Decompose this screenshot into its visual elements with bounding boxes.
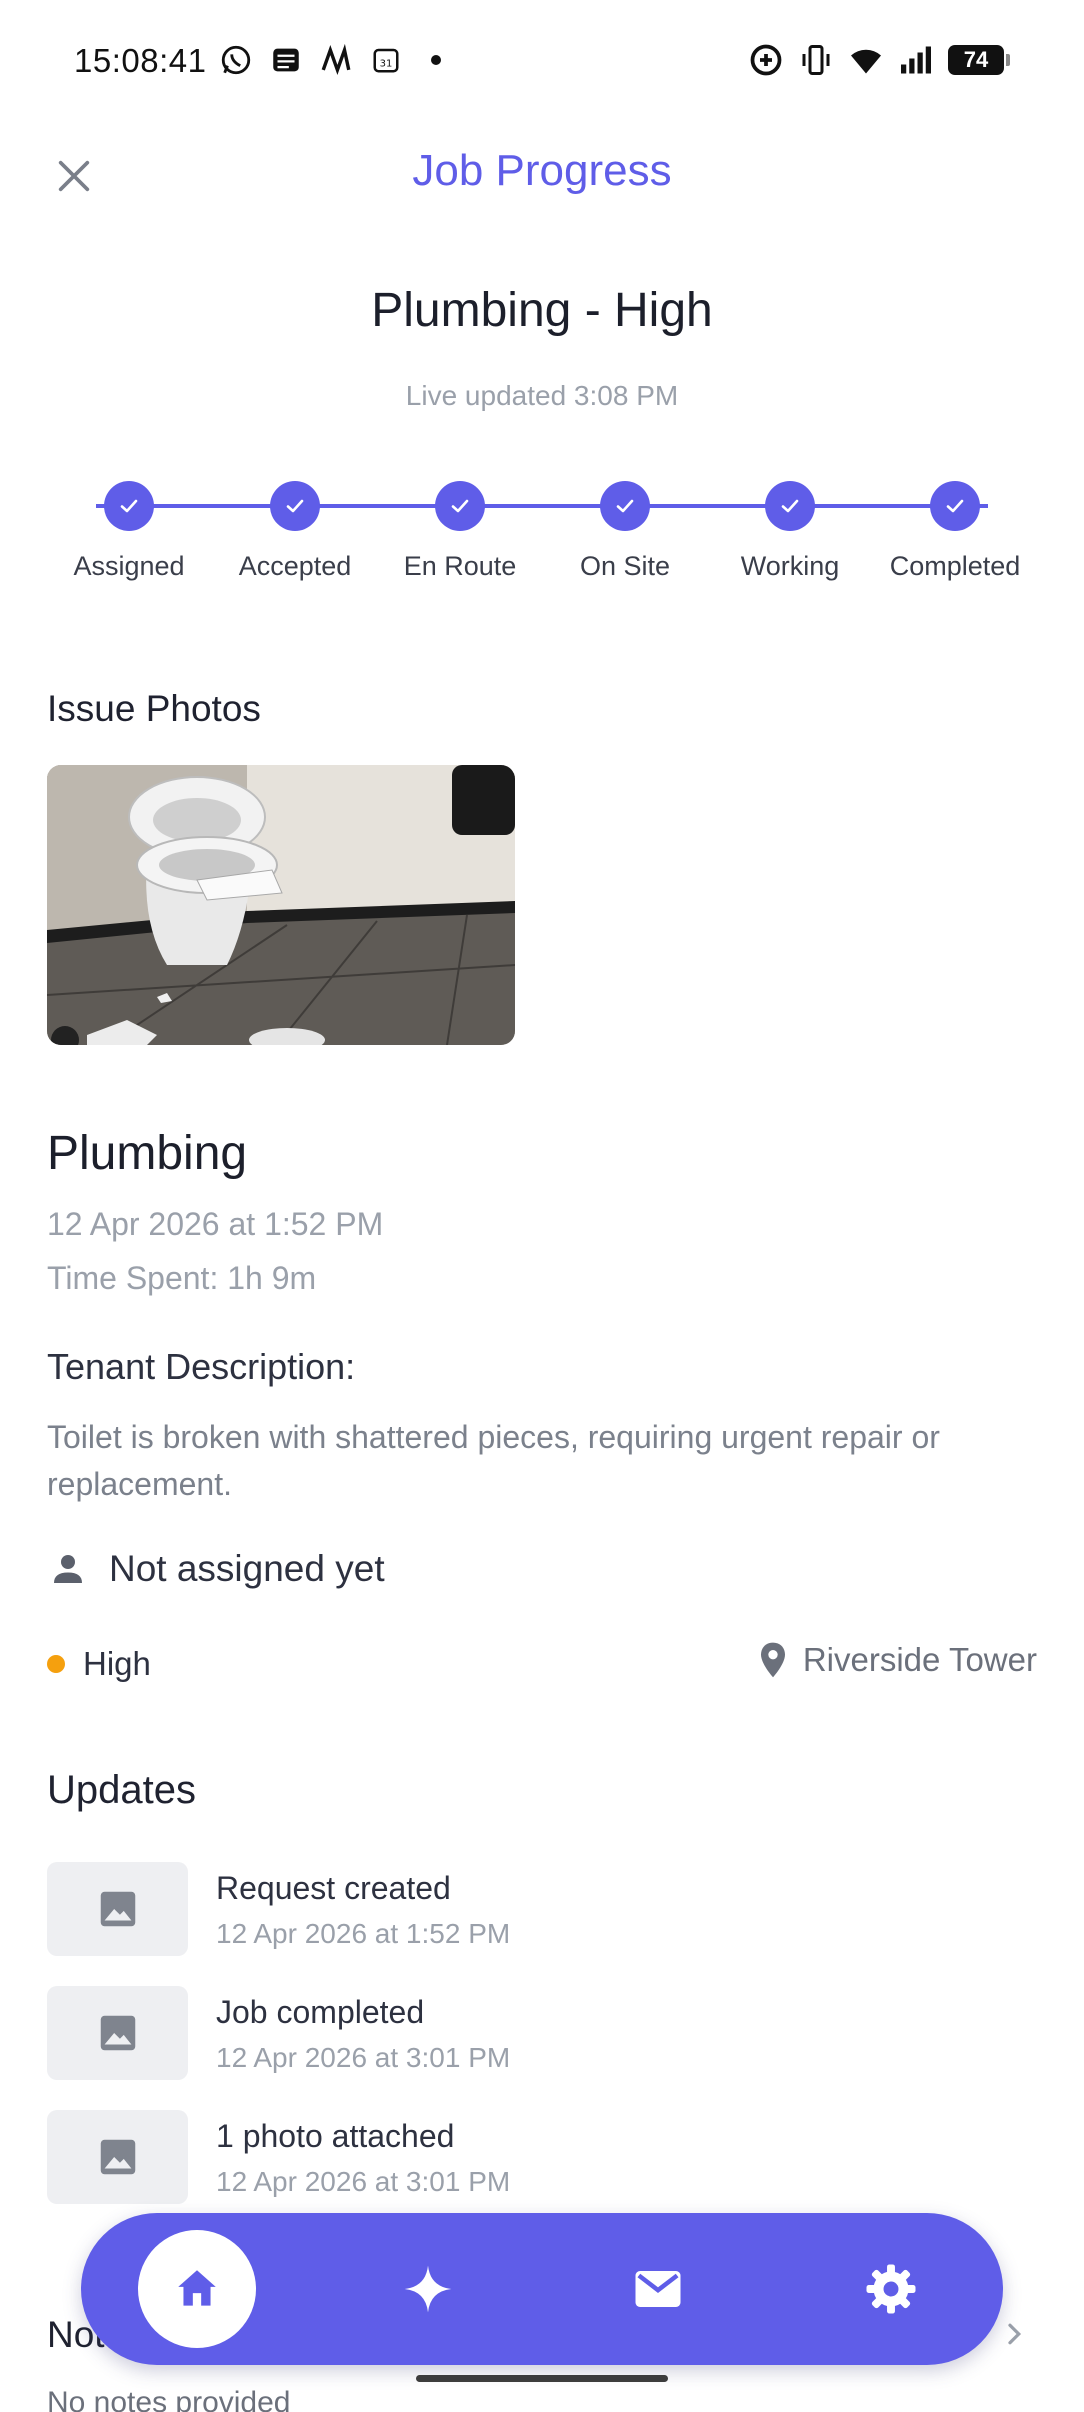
system-icons: 74	[748, 42, 1010, 78]
status-bar: 15:08:41 31 74	[0, 0, 1084, 126]
priority-text: High	[83, 1645, 151, 1682]
priority-badge: High	[47, 1645, 151, 1683]
status-time: 15:08:41	[74, 42, 207, 79]
notes-text: No notes provided	[47, 2386, 291, 2412]
settings-icon	[866, 2264, 916, 2314]
step-label: On Site	[579, 551, 671, 581]
image-icon	[100, 1891, 135, 1927]
nav-ai-button[interactable]	[388, 2249, 468, 2329]
data-saver-icon	[748, 42, 784, 78]
wifi-icon	[848, 42, 884, 78]
calendar-icon: 31	[368, 42, 404, 78]
update-title: 1 photo attached	[216, 2118, 455, 2154]
svg-text:31: 31	[380, 58, 393, 69]
step-assigned: Assigned	[39, 478, 219, 582]
update-thumbnail	[47, 1862, 188, 1956]
signal-icon	[898, 42, 934, 78]
person-icon	[54, 1555, 82, 1583]
update-date: 12 Apr 2026 at 3:01 PM	[216, 2166, 511, 2197]
dot-icon	[418, 42, 454, 78]
battery-icon: 74	[948, 45, 1010, 75]
notification-icons: 31	[218, 42, 454, 78]
live-updated-text: Live updated 3:08 PM	[405, 380, 679, 411]
update-item[interactable]: Job completed 12 Apr 2026 at 3:01 PM	[47, 1986, 1037, 2080]
location-text: Riverside Tower	[802, 1641, 1037, 1678]
bottom-nav	[81, 2213, 1003, 2365]
image-icon	[100, 2139, 135, 2175]
app-icon	[318, 42, 354, 78]
vibrate-icon	[798, 42, 834, 78]
header: Job Progress	[0, 126, 1084, 222]
update-item[interactable]: 1 photo attached 12 Apr 2026 at 3:01 PM	[47, 2110, 1037, 2204]
time-spent: Time Spent: 1h 9m	[47, 1260, 317, 1296]
step-completed: Completed	[865, 478, 1045, 582]
step-working: Working	[700, 478, 880, 582]
check-icon	[435, 481, 485, 531]
update-date: 12 Apr 2026 at 3:01 PM	[216, 2042, 511, 2073]
priority-dot	[47, 1655, 65, 1673]
check-icon	[600, 481, 650, 531]
step-on-site: On Site	[535, 478, 715, 582]
update-title: Request created	[216, 1870, 451, 1906]
step-label: Completed	[889, 551, 1021, 581]
step-accepted: Accepted	[205, 478, 385, 582]
location-pin-icon	[760, 1642, 785, 1678]
assignee-text: Not assigned yet	[109, 1548, 385, 1589]
home-icon	[178, 2270, 216, 2306]
whatsapp-icon	[218, 42, 254, 78]
sparkle-icon	[404, 2265, 452, 2313]
step-label: Accepted	[238, 551, 352, 581]
check-icon	[104, 481, 154, 531]
update-date: 12 Apr 2026 at 1:52 PM	[216, 1918, 511, 1949]
nav-messages-button[interactable]	[618, 2249, 698, 2329]
nav-home-button[interactable]	[138, 2230, 256, 2348]
home-indicator[interactable]	[416, 2375, 668, 2382]
nav-settings-button[interactable]	[851, 2249, 931, 2329]
job-title: Plumbing - High	[371, 284, 713, 337]
issue-photos-heading: Issue Photos	[47, 688, 261, 729]
request-category: Plumbing	[47, 1127, 248, 1180]
check-icon	[270, 481, 320, 531]
request-date: 12 Apr 2026 at 1:52 PM	[47, 1206, 384, 1242]
assignee-row: Not assigned yet	[47, 1548, 385, 1590]
update-item[interactable]: Request created 12 Apr 2026 at 1:52 PM	[47, 1862, 1037, 1956]
step-label: Assigned	[73, 551, 185, 581]
step-label: Working	[740, 551, 840, 581]
updates-heading: Updates	[47, 1768, 196, 1812]
mail-icon	[635, 2271, 681, 2307]
progress-stepper: Assigned Accepted En Route On Site Worki…	[40, 478, 1044, 598]
check-icon	[930, 481, 980, 531]
update-thumbnail	[47, 1986, 188, 2080]
page-title: Job Progress	[412, 146, 672, 195]
location-row: Riverside Tower	[757, 1641, 1037, 1679]
image-icon	[100, 2015, 135, 2051]
chevron-right-icon[interactable]	[1000, 2316, 1030, 2357]
step-en-route: En Route	[370, 478, 550, 582]
update-thumbnail	[47, 2110, 188, 2204]
description-label: Tenant Description:	[47, 1346, 356, 1387]
description-text: Toilet is broken with shattered pieces, …	[47, 1419, 940, 1502]
check-icon	[765, 481, 815, 531]
issue-photo[interactable]	[47, 765, 515, 1045]
update-title: Job completed	[216, 1994, 425, 2030]
step-label: En Route	[403, 551, 517, 581]
app-icon	[268, 42, 304, 78]
